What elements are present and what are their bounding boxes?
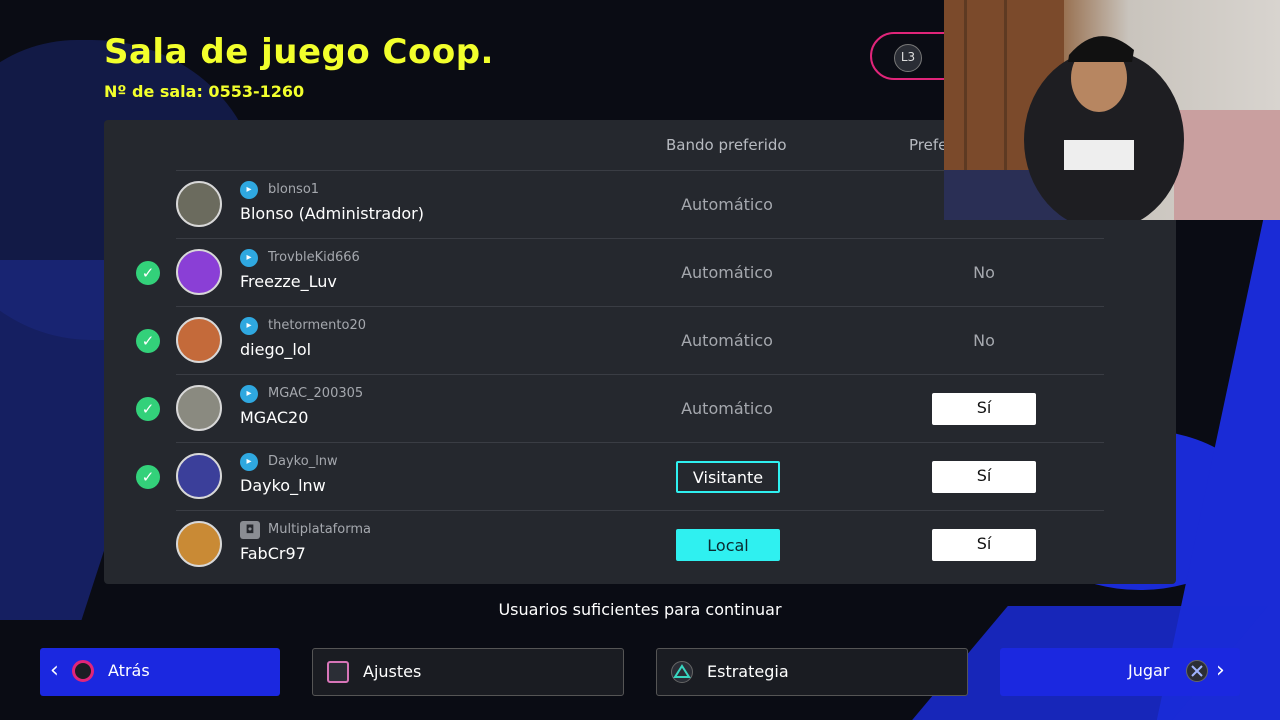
back-label: Atrás (108, 661, 150, 680)
avatar (176, 521, 222, 567)
player-handle: MGAC_200305 (268, 386, 364, 401)
player-row[interactable]: ✓ ▸ TrovbleKid666 Freezze_Luv Automático No (136, 238, 1104, 307)
square-button-icon (327, 661, 349, 683)
preferred-side-button[interactable]: Local (676, 529, 780, 561)
playstation-icon: ▸ (240, 317, 258, 335)
ready-check-icon: ✓ (136, 397, 160, 421)
ready-check-icon: ✓ (136, 261, 160, 285)
settings-button[interactable]: Ajustes (312, 648, 624, 696)
player-row[interactable]: ◘ Multiplataforma FabCr97 Local Sí (176, 510, 1104, 579)
playstation-icon: ▸ (240, 453, 258, 471)
playstation-icon: ▸ (240, 181, 258, 199)
triangle-button-icon (671, 661, 693, 683)
settings-label: Ajustes (363, 662, 422, 681)
player-handle: TrovbleKid666 (268, 250, 360, 265)
l3-icon: L3 (894, 44, 922, 72)
webcam-overlay (944, 0, 1280, 220)
preference-value: No (973, 331, 995, 350)
playstation-icon: ▸ (240, 249, 258, 267)
player-name: Freezze_Luv (240, 272, 337, 291)
strategy-label: Estrategia (707, 662, 789, 681)
preferred-side: Automático (681, 195, 773, 214)
column-header-side: Bando preferido (666, 136, 787, 154)
player-row[interactable]: ✓ ▸ Dayko_lnw Dayko_lnw Visitante Sí (136, 442, 1104, 511)
player-handle: thetormento20 (268, 318, 366, 333)
player-handle: Multiplataforma (268, 522, 371, 537)
page-title: Sala de juego Coop. (104, 32, 494, 72)
play-button[interactable]: Jugar › (1000, 648, 1240, 696)
ready-check-icon: ✓ (136, 329, 160, 353)
avatar (176, 453, 222, 499)
chevron-right-icon: › (1216, 658, 1225, 683)
gamepad-icon: ◘ (240, 521, 260, 539)
preference-button[interactable]: Sí (932, 461, 1036, 493)
player-row[interactable]: ✓ ▸ MGAC_200305 MGAC20 Automático Sí (136, 374, 1104, 443)
playstation-icon: ▸ (240, 385, 258, 403)
circle-button-icon (72, 660, 94, 682)
player-name: FabCr97 (240, 544, 306, 563)
player-handle: blonso1 (268, 182, 320, 197)
preference-value: No (973, 263, 995, 282)
column-header-preference: Prefe (909, 136, 948, 154)
room-number: Nº de sala: 0553-1260 (104, 82, 305, 101)
avatar (176, 317, 222, 363)
player-row[interactable]: ✓ ▸ thetormento20 diego_lol Automático No (136, 306, 1104, 375)
preferred-side: Automático (681, 331, 773, 350)
avatar (176, 249, 222, 295)
status-message: Usuarios suficientes para continuar (498, 600, 782, 619)
preference-button[interactable]: Sí (932, 393, 1036, 425)
ready-check-icon: ✓ (136, 465, 160, 489)
play-label: Jugar (1128, 661, 1170, 680)
strategy-button[interactable]: Estrategia (656, 648, 968, 696)
preferred-side-button[interactable]: Visitante (676, 461, 780, 493)
player-name: diego_lol (240, 340, 312, 359)
preferred-side: Automático (681, 263, 773, 282)
player-name: Blonso (Administrador) (240, 204, 424, 223)
avatar (176, 385, 222, 431)
preference-button[interactable]: Sí (932, 529, 1036, 561)
chevron-left-icon: ‹ (50, 658, 59, 683)
preferred-side: Automático (681, 399, 773, 418)
avatar (176, 181, 222, 227)
player-name: Dayko_lnw (240, 476, 326, 495)
player-name: MGAC20 (240, 408, 309, 427)
player-handle: Dayko_lnw (268, 454, 338, 469)
cross-button-icon (1186, 660, 1208, 682)
back-button[interactable]: ‹ Atrás (40, 648, 280, 696)
